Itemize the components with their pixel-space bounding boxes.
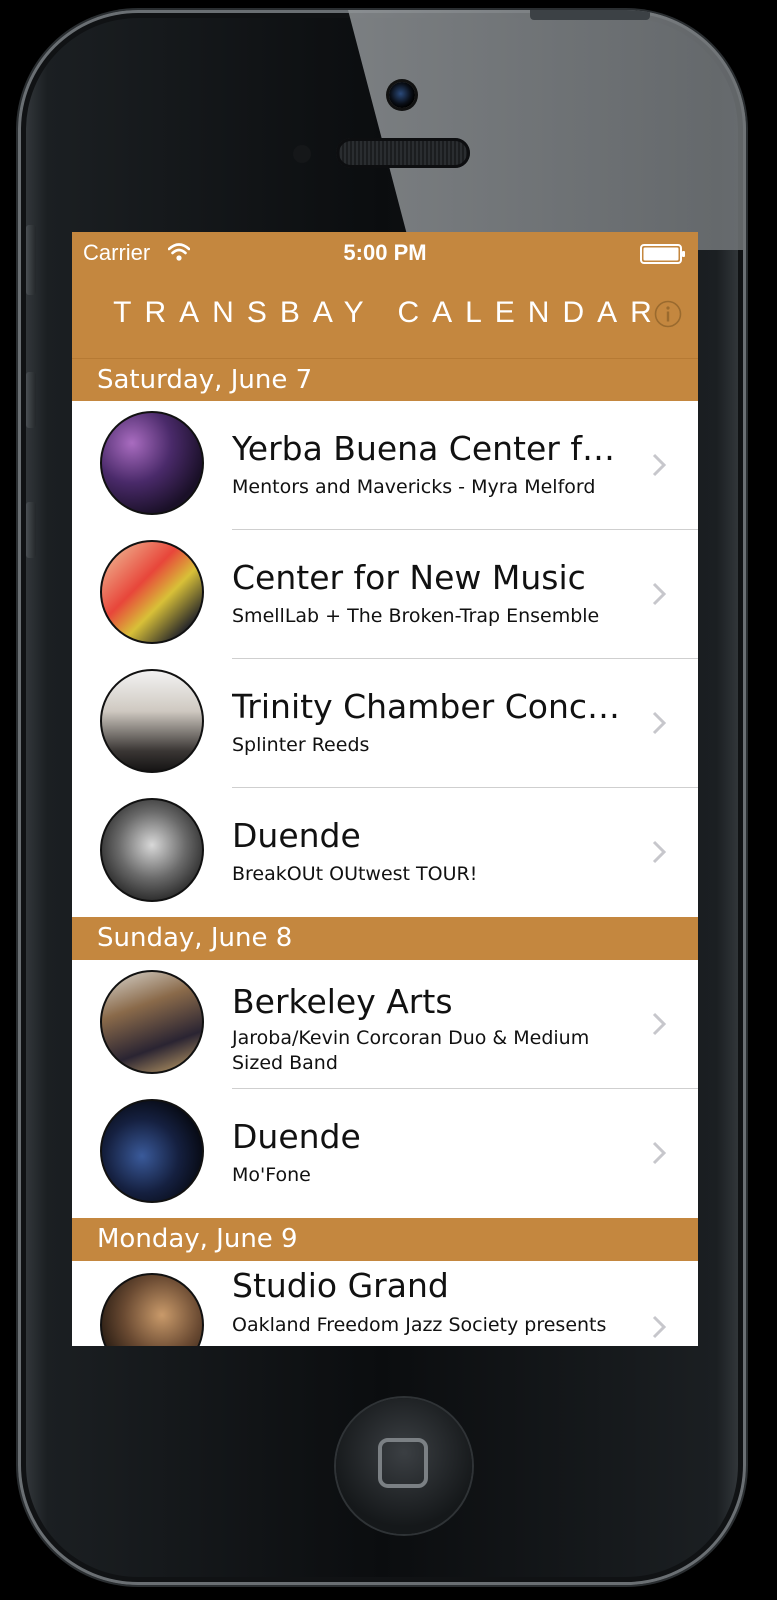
navigation-bar: Carrier 5:00 PM TRANSBAY CALENDAR: [72, 232, 698, 358]
event-thumbnail: [100, 540, 204, 644]
event-row[interactable]: Center for New Music SmellLab + The Brok…: [72, 530, 698, 659]
chevron-right-icon: [652, 453, 666, 477]
event-venue: Trinity Chamber Concerts: [232, 687, 632, 726]
event-row[interactable]: Duende Mo'Fone: [72, 1089, 698, 1218]
screen-glare: [348, 10, 746, 250]
volume-up-button: [26, 372, 36, 428]
event-lineup: Mentors and Mavericks - Myra Melford: [232, 476, 596, 498]
chevron-right-icon: [652, 1012, 666, 1036]
event-thumbnail: [100, 1273, 204, 1346]
event-row[interactable]: Yerba Buena Center for… Mentors and Mave…: [72, 401, 698, 530]
event-thumbnail: [100, 411, 204, 515]
section-header-date: Saturday, June 7: [72, 358, 698, 401]
event-thumbnail: [100, 669, 204, 773]
event-row[interactable]: Studio Grand Oakland Freedom Jazz Societ…: [72, 1261, 698, 1346]
event-venue: Berkeley Arts: [232, 982, 453, 1021]
proximity-sensor: [293, 145, 311, 163]
event-thumbnail: [100, 798, 204, 902]
mute-switch: [26, 225, 36, 295]
event-row[interactable]: Berkeley Arts Jaroba/Kevin Corcoran Duo …: [72, 960, 698, 1089]
event-lineup: Mo'Fone: [232, 1164, 311, 1186]
chevron-right-icon: [652, 1315, 666, 1339]
chevron-right-icon: [652, 840, 666, 864]
event-lineup: Oakland Freedom Jazz Society presents: [232, 1314, 607, 1336]
status-time: 5:00 PM: [343, 240, 427, 265]
event-venue: Center for New Music: [232, 558, 586, 597]
power-button: [530, 10, 650, 20]
event-lineup: BreakOUt OUtwest TOUR!: [232, 863, 478, 885]
app-screen: Carrier 5:00 PM TRANSBAY CALENDAR Saturd…: [72, 232, 698, 1346]
event-lineup: Jaroba/Kevin Corcoran Duo & Medium Sized…: [232, 1027, 590, 1074]
event-lineup: Splinter Reeds: [232, 734, 370, 756]
event-venue: Yerba Buena Center for…: [232, 429, 632, 468]
volume-down-button: [26, 502, 36, 558]
event-thumbnail: [100, 1099, 204, 1203]
event-lineup: SmellLab + The Broken-Trap Ensemble: [232, 605, 600, 627]
chevron-right-icon: [652, 582, 666, 606]
event-row[interactable]: Duende BreakOUt OUtwest TOUR!: [72, 788, 698, 917]
event-venue: Duende: [232, 816, 361, 855]
event-venue: Studio Grand: [232, 1266, 449, 1305]
event-row[interactable]: Trinity Chamber Concerts Splinter Reeds: [72, 659, 698, 788]
front-camera: [389, 82, 415, 108]
section-header-date: Monday, June 9: [72, 1218, 698, 1261]
event-venue: Duende: [232, 1117, 361, 1156]
chevron-right-icon: [652, 711, 666, 735]
section-header-date: Sunday, June 8: [72, 917, 698, 960]
battery-icon: [640, 244, 685, 264]
event-thumbnail: [100, 970, 204, 1074]
info-icon[interactable]: [654, 300, 682, 328]
home-button-square-icon: [378, 1438, 428, 1488]
chevron-right-icon: [652, 1141, 666, 1165]
page-title: TRANSBAY CALENDAR: [113, 296, 665, 329]
earpiece-speaker: [336, 138, 470, 168]
